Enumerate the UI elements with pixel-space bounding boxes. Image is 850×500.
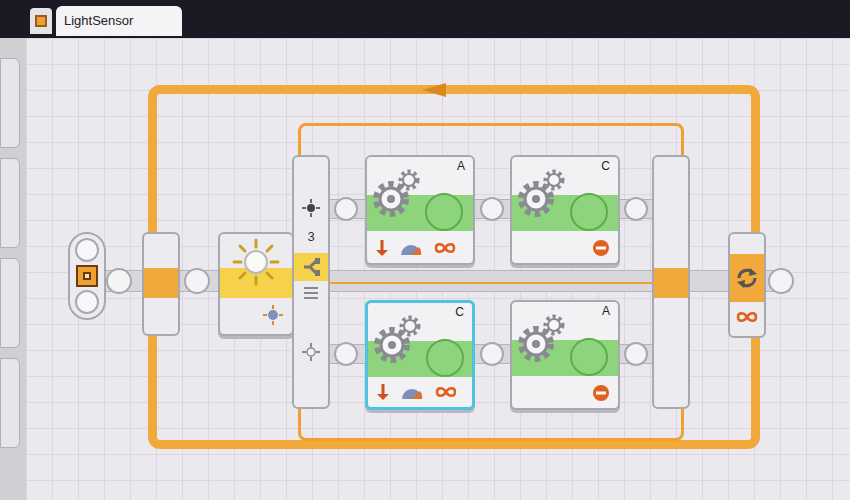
list-icon — [303, 285, 319, 301]
gear-holder — [369, 167, 423, 221]
program-tab[interactable]: LightSensor — [56, 6, 182, 36]
motor-port-label: A — [602, 304, 610, 318]
beam-connector — [624, 197, 648, 221]
infinity-icon — [735, 310, 759, 324]
motor-block[interactable]: C — [510, 155, 620, 265]
motor-dial-icon — [570, 193, 608, 231]
power-gauge-icon — [400, 383, 424, 401]
switch-end-block[interactable] — [652, 155, 690, 409]
palette-tab[interactable] — [0, 258, 20, 348]
gear-holder — [514, 312, 568, 366]
motor-dial-icon — [426, 339, 464, 377]
motor-dial-icon — [570, 338, 608, 376]
palette-tab[interactable] — [0, 358, 20, 448]
motor-settings-row — [592, 239, 610, 257]
palette-tab[interactable] — [0, 58, 20, 148]
palette-tab[interactable] — [0, 158, 20, 248]
direction-icon — [375, 239, 389, 257]
palette-strip — [0, 38, 26, 500]
program-title: LightSensor — [64, 11, 133, 31]
motor-settings-row — [376, 383, 458, 401]
dim-sun-icon — [302, 343, 320, 361]
stop-icon — [592, 239, 610, 257]
infinity-icon — [434, 385, 458, 399]
gear-holder — [370, 313, 424, 367]
motor-port-label: A — [457, 159, 465, 173]
motor-block[interactable]: A — [510, 300, 620, 410]
motor-block[interactable]: C — [365, 300, 475, 410]
motor-block[interactable]: A — [365, 155, 475, 265]
start-block[interactable] — [68, 232, 106, 320]
gear-icon — [514, 312, 568, 366]
gear-icon — [370, 313, 424, 367]
sun-icon — [232, 238, 280, 286]
motor-settings-row — [592, 384, 610, 402]
loop-cycle-icon — [734, 265, 760, 291]
sun-icon — [302, 199, 320, 217]
gear-icon — [369, 167, 423, 221]
sensor-port-label: 3 — [307, 229, 314, 245]
switch-block[interactable]: 3 — [292, 155, 330, 409]
beam-connector — [624, 342, 648, 366]
stop-icon — [592, 384, 610, 402]
loop-start-block[interactable] — [142, 232, 180, 336]
editor-window: LightSensor — [0, 0, 850, 500]
beam-connector — [334, 342, 358, 366]
motor-dial-icon — [425, 193, 463, 231]
gear-holder — [514, 167, 568, 221]
beam-connector — [334, 197, 358, 221]
power-gauge-icon — [399, 239, 423, 257]
beam-connector — [106, 268, 132, 294]
loop-arrow-icon — [420, 82, 460, 98]
loop-end-block[interactable] — [728, 232, 766, 338]
motor-port-label: C — [455, 305, 464, 319]
gear-icon — [514, 167, 568, 221]
beam-connector — [480, 197, 504, 221]
beam-connector — [184, 268, 210, 294]
start-icon — [76, 265, 98, 287]
beam-connector — [768, 268, 794, 294]
light-sensor-block[interactable] — [218, 232, 294, 336]
switch-icon — [294, 253, 328, 281]
switch-divider — [330, 282, 654, 284]
small-sun-icon — [262, 304, 284, 326]
beam-connector — [480, 342, 504, 366]
infinity-icon — [433, 241, 457, 255]
direction-icon — [376, 383, 390, 401]
motor-port-label: C — [601, 159, 610, 173]
program-icon[interactable] — [30, 8, 52, 34]
motor-settings-row — [375, 239, 457, 257]
